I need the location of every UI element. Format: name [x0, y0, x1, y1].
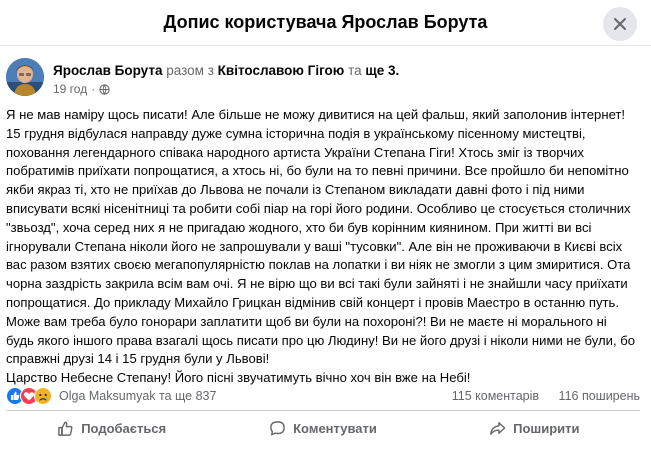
tagged-others[interactable]: ще 3. [365, 63, 399, 78]
author-line: Ярослав Борута разом з Квітославою Гігою… [53, 63, 399, 78]
thumbs-up-icon [58, 421, 73, 436]
post-meta: 19 год · [53, 82, 110, 96]
reactions-bar: Olga Maksumyak та ще 837 115 коментарів … [6, 386, 640, 406]
like-button[interactable]: Подобається [6, 411, 217, 446]
like-label: Подобається [81, 421, 167, 436]
avatar[interactable] [6, 58, 44, 96]
share-icon [490, 422, 506, 435]
dialog-title: Допис користувача Ярослав Борута [163, 12, 488, 32]
reaction-names[interactable]: Olga Maksumyak та ще 837 [59, 389, 216, 403]
post-body: Я не мав наміру щось писати! Але більше … [6, 106, 638, 388]
dialog-header: Допис користувача Ярослав Борута [0, 0, 651, 46]
engagement-counts: 115 коментарів 116 поширень [452, 389, 640, 403]
comment-icon [270, 421, 285, 436]
sad-reaction-icon [34, 387, 52, 405]
share-button[interactable]: Поширити [429, 411, 640, 446]
tagged-person[interactable]: Квітославою Гігою [218, 63, 345, 78]
comments-count[interactable]: 115 коментарів [452, 389, 539, 403]
shares-count[interactable]: 116 поширень [559, 389, 640, 403]
share-label: Поширити [513, 421, 580, 436]
and-word: та [348, 63, 362, 78]
close-button[interactable] [603, 7, 637, 41]
globe-icon [99, 83, 110, 95]
post-header: Ярослав Борута разом з Квітославою Гігою… [6, 58, 646, 100]
with-prefix: разом з [166, 63, 214, 78]
comment-label: Коментувати [293, 421, 377, 436]
action-bar: Подобається Коментувати Поширити [6, 410, 640, 446]
post-time[interactable]: 19 год [53, 82, 87, 96]
post-paragraph: Я не мав наміру щось писати! Але більше … [6, 107, 636, 367]
close-icon [614, 18, 626, 30]
comment-button[interactable]: Коментувати [217, 411, 428, 446]
author-name[interactable]: Ярослав Борута [53, 63, 162, 78]
